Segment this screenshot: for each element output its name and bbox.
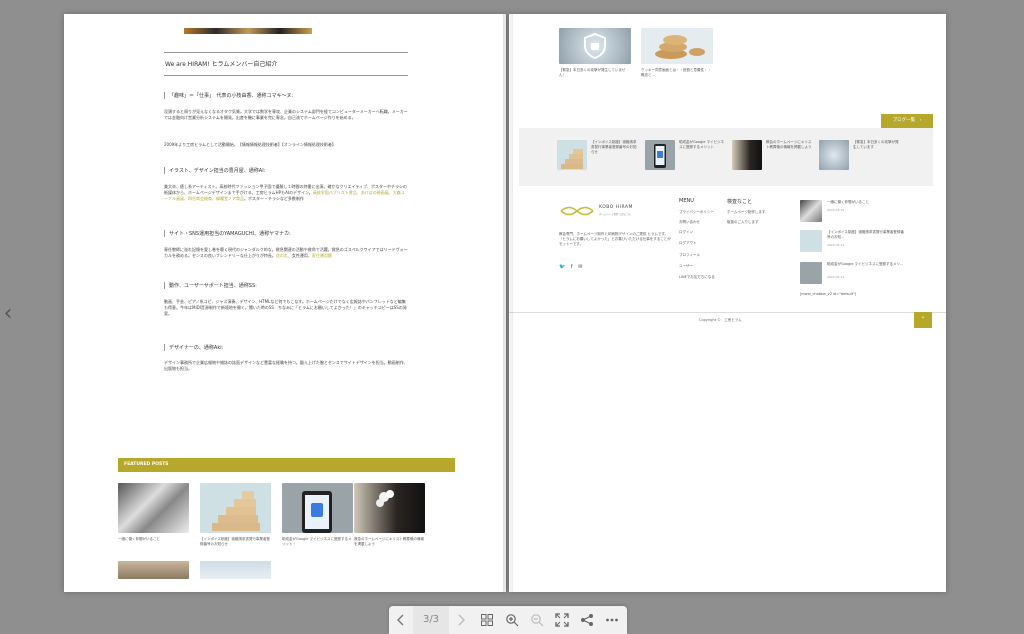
zoom-in-button[interactable]: [500, 606, 524, 634]
zoom-out-button[interactable]: [525, 606, 549, 634]
post-thumbnail[interactable]: [200, 561, 271, 579]
section-title: デザイナーの、通称Aki:: [164, 344, 223, 351]
more-icon: [606, 618, 618, 622]
recent-thumbnail[interactable]: [800, 230, 822, 252]
footer-menu-item[interactable]: ログアウト: [679, 241, 727, 246]
grid-post-caption[interactable]: 助成金がGoogle マイビジネスに登録するメリット: [679, 140, 727, 150]
thumbnails-button[interactable]: [475, 606, 499, 634]
footer-menu-item[interactable]: ログイン: [679, 230, 727, 235]
mail-icon[interactable]: ✉: [578, 264, 582, 270]
section-body: 専任教師に溢れ記憶を愛し巻を聴く現代のジャンダルク的な。救急関連の活動や救命で活…: [164, 247, 408, 258]
section-body: 2009年より工房ヒラムとして活動開始。【情報情報処理技術者】【オンライン情報処…: [164, 142, 336, 147]
post-caption[interactable]: クッキー同意画面とは・・役割と意義性・・概念と…: [641, 68, 713, 78]
share-button[interactable]: [575, 606, 599, 634]
footer-menu-item[interactable]: プロフィール: [679, 253, 727, 258]
section-title: 「趣味」＝「仕事」 代表の小枝由香、通称コマキ〜ヌ:: [164, 92, 293, 99]
grid-thumbnail-blocks[interactable]: [557, 140, 587, 170]
section-body: 動画、手芸、ピアノ系コピ、ジャズ演奏、デザイン、HTMLなど何でもこなす。ホーム…: [164, 299, 407, 316]
facebook-icon[interactable]: f: [571, 264, 573, 270]
chevron-right-icon: [458, 614, 465, 626]
site-logo[interactable]: KOBO HIRAM ホームページ制作工房ヒラム: [559, 204, 632, 218]
highlight-link[interactable]: 花の丸、: [276, 253, 292, 258]
blog-list-button[interactable]: ブログ一覧 ›: [881, 114, 933, 128]
footer-important-item[interactable]: 取扱のご入りします: [727, 220, 787, 225]
footer-menu-item[interactable]: プライバシーポリシー: [679, 210, 727, 215]
grid-thumbnail-phone[interactable]: [645, 140, 675, 170]
chevron-left-icon: [397, 614, 404, 626]
recent-date: 2023.03.11: [827, 275, 845, 279]
viewer-toolbar: 3/3: [389, 606, 627, 634]
zoom-out-icon: [531, 614, 544, 627]
intro-heading: We are HIRAM! ヒラムメンバー自己紹介: [165, 61, 278, 68]
featured-posts-header: FEATURED POSTS: [118, 458, 455, 472]
grid-post-caption[interactable]: 【緊急】本日多くの攻撃が発生しています: [853, 140, 901, 150]
right-page: 【緊急】本日多くの攻撃が発生していません！ クッキー同意画面とは・・役割と意義性…: [509, 14, 946, 592]
prev-page-button[interactable]: [389, 606, 413, 634]
section-title: サイト・SNS運用担当のYAMAGUCHI、通称ヤマナカ:: [164, 230, 291, 237]
post-caption[interactable]: 助成金がGoogle マイビジネスに登録するメリット・: [282, 537, 353, 547]
footer-menu-item[interactable]: お問い合わせ: [679, 220, 727, 225]
recent-caption[interactable]: 助成金がGoogle マイビジネスに登録するメリ...: [827, 262, 907, 267]
recent-thumbnail[interactable]: [800, 262, 822, 284]
next-page-button[interactable]: [449, 606, 473, 634]
post-caption[interactable]: 【インボイス制度】適格請求書発行事業者登録番号のお知らせ: [200, 537, 271, 547]
recent-thumbnail[interactable]: [800, 200, 822, 222]
section-body: 美大卒、癒し系アーティスト。高校時代ファッション甲子園で優勝し１時間の特番に出演…: [164, 184, 407, 201]
grid-post-caption[interactable]: 【インボイス制度】適格請求書発行事業者登録番号のお知らせ: [591, 140, 639, 155]
highlight-link[interactable]: 家住運用館: [312, 253, 332, 258]
section-title: イラスト、デザイン担当の豊月屋、通称AI:: [164, 167, 265, 174]
left-page: We are HIRAM! ヒラムメンバー自己紹介 「趣味」＝「仕事」 代表の小…: [64, 14, 506, 592]
section-body: デザイン事務所で企業広報物や雑誌の誌面デザインなど豊富な経験を持つ。鍛え上げた腕…: [164, 360, 408, 371]
post-thumbnail[interactable]: [118, 561, 189, 579]
more-options-button[interactable]: [600, 606, 624, 634]
twitter-icon[interactable]: 🐦: [559, 264, 565, 270]
grid-post-caption[interactable]: 教会のホームページにキリスト教葬儀の情報を掲載しよう: [766, 140, 814, 150]
section-body: 没頭すると周りが見えなくなるオタク気質。大学では数学を専攻、企業のシステム部門を…: [164, 109, 408, 120]
recent-date: 2023.03.11: [827, 243, 845, 247]
recent-date: 2023.03.15: [827, 208, 845, 212]
recent-caption[interactable]: 一緒に働く仲間がいること: [827, 200, 907, 205]
post-thumbnail-laptop[interactable]: [118, 483, 189, 533]
post-caption[interactable]: 救急のホームページにキリスト教葬儀の情報を掲載しよう: [354, 537, 425, 547]
copyright: Copyright © 工房ヒラム: [699, 318, 742, 322]
footer-important-item[interactable]: ホームページ制作します: [727, 210, 787, 215]
footer-menu-item[interactable]: LINEでお友だちになる: [679, 275, 734, 280]
chatbot-shortcode: [mwai_chatbot_v2 id="default"]: [800, 292, 857, 296]
grid-thumbnail-church[interactable]: [732, 140, 762, 170]
prev-page-arrow[interactable]: ‹: [0, 296, 16, 332]
post-thumbnail-church[interactable]: [354, 483, 425, 533]
post-thumbnail-security[interactable]: [559, 28, 631, 64]
post-caption[interactable]: 【緊急】本日多くの攻撃が発生していません！: [559, 68, 631, 78]
grid-icon: [481, 614, 493, 626]
post-caption[interactable]: 一緒に働く仲間がいること: [118, 537, 189, 542]
post-thumbnail-cookies[interactable]: [641, 28, 713, 64]
footer-menu-heading: MENU: [679, 198, 694, 204]
footer-about: 教会専門、ホームページ制作と印刷物デザインのご提供 ヒラムです。「ヒラムにお願い…: [559, 232, 671, 246]
grid-thumbnail-security[interactable]: [819, 140, 849, 170]
back-to-top-button[interactable]: ⌃: [914, 312, 932, 328]
fullscreen-button[interactable]: [550, 606, 574, 634]
share-icon: [581, 614, 593, 626]
zoom-in-icon: [506, 614, 519, 627]
post-thumbnail-blocks[interactable]: [200, 483, 271, 533]
post-thumbnail-phone[interactable]: [282, 483, 353, 533]
page-indicator: 3/3: [413, 606, 449, 634]
header-image-strip: [184, 28, 312, 34]
section-title: 動作、ユーザーサポート担当、通称SS:: [164, 282, 257, 289]
social-icons: 🐦 f ✉: [559, 264, 582, 270]
footer-menu-item[interactable]: ユーザー: [679, 264, 727, 269]
recent-caption[interactable]: 【インボイス制度】適格請求書発行事業者登録番号のお知...: [827, 230, 907, 240]
footer-important-heading: 検査なこと: [727, 199, 753, 205]
fullscreen-icon: [555, 613, 569, 627]
